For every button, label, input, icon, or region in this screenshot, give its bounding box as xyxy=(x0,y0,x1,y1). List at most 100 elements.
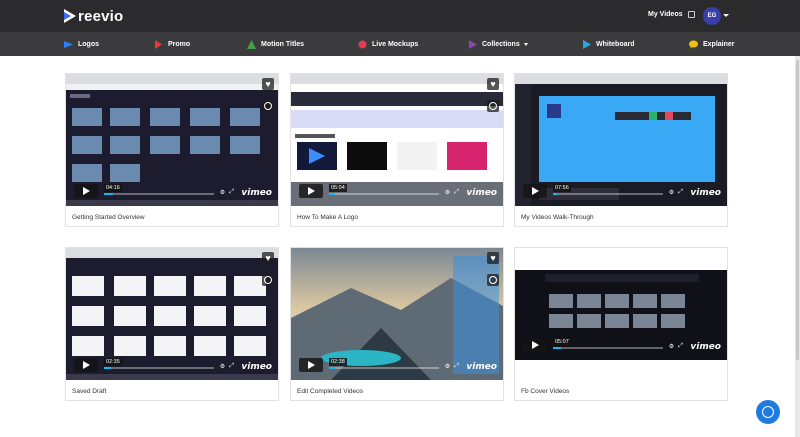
player-controls: ⚙ ⤢ xyxy=(445,189,459,196)
video-title: My Videos Walk-Through xyxy=(521,214,594,221)
vimeo-logo[interactable]: vimeo xyxy=(241,188,272,198)
live-mockups-icon xyxy=(358,40,367,48)
video-title: Fb Cover Videos xyxy=(521,388,570,395)
timecode: 05:04 xyxy=(329,184,347,192)
player-controls: ⚙ ⤢ xyxy=(669,343,683,350)
video-card-getting-started[interactable]: ♥ 04:16 ⚙ ⤢ vimeo Getting Started Overvie… xyxy=(65,73,279,227)
nav-label: Logos xyxy=(78,40,99,48)
play-button[interactable] xyxy=(299,184,323,198)
my-videos-link[interactable]: My Videos xyxy=(648,11,695,18)
clock-icon[interactable] xyxy=(262,100,274,112)
play-button[interactable] xyxy=(74,358,98,372)
fullscreen-icon[interactable]: ⤢ xyxy=(678,189,683,196)
fullscreen-icon[interactable]: ⤢ xyxy=(454,189,459,196)
nav-label: Live Mockups xyxy=(372,40,419,48)
video-card-fb-cover[interactable]: 05:07 ⚙ ⤢ vimeo Fb Cover Videos xyxy=(514,247,728,401)
logo-mark-icon xyxy=(64,9,76,23)
nav-label: Motion Titles xyxy=(261,40,305,48)
vimeo-logo[interactable]: vimeo xyxy=(690,188,721,198)
video-card-saved-draft[interactable]: ♥ 02:35 ⚙ ⤢ vimeo Saved Draft xyxy=(65,247,279,401)
timecode: 07:56 xyxy=(553,184,571,192)
video-card-make-logo[interactable]: ♥ 05:04 ⚙ ⤢ vimeo How To Make A Logo xyxy=(290,73,504,227)
clock-icon[interactable] xyxy=(487,100,499,112)
progress-bar[interactable] xyxy=(553,193,663,195)
settings-icon[interactable]: ⚙ xyxy=(220,189,225,196)
video-title: Edit Completed Videos xyxy=(297,388,364,395)
vimeo-logo[interactable]: vimeo xyxy=(466,188,497,198)
vimeo-logo[interactable]: vimeo xyxy=(241,362,272,372)
logo-icon xyxy=(64,40,73,48)
nav-item-logos[interactable]: Logos xyxy=(64,32,99,56)
video-title: How To Make A Logo xyxy=(297,214,358,221)
progress-bar[interactable] xyxy=(104,193,214,195)
video-title: Getting Started Overview xyxy=(72,214,145,221)
nav-label: Collections xyxy=(482,40,520,48)
video-thumbnail[interactable]: ♥ 05:04 ⚙ ⤢ vimeo xyxy=(291,74,503,206)
video-thumbnail[interactable]: 05:07 ⚙ ⤢ vimeo xyxy=(515,248,727,380)
explainer-icon xyxy=(689,40,698,49)
nav-label: Explainer xyxy=(703,40,735,48)
my-videos-label: My Videos xyxy=(648,11,683,18)
heart-icon[interactable]: ♥ xyxy=(262,78,274,90)
whiteboard-icon xyxy=(583,39,591,49)
fullscreen-icon[interactable]: ⤢ xyxy=(454,363,459,370)
video-thumbnail[interactable]: 07:56 ⚙ ⤢ vimeo xyxy=(515,74,727,206)
nav-label: Promo xyxy=(168,40,191,48)
motion-titles-icon xyxy=(247,39,256,49)
player-controls: ⚙ ⤢ xyxy=(220,363,234,370)
settings-icon[interactable]: ⚙ xyxy=(669,343,674,350)
progress-bar[interactable] xyxy=(104,367,214,369)
progress-bar[interactable] xyxy=(329,193,439,195)
timecode: 05:07 xyxy=(553,338,571,346)
scrollbar-thumb[interactable] xyxy=(796,60,799,360)
settings-icon[interactable]: ⚙ xyxy=(445,189,450,196)
category-nav: Logos Promo Motion Titles Live Mockups C… xyxy=(0,32,800,56)
settings-icon[interactable]: ⚙ xyxy=(445,363,450,370)
vimeo-logo[interactable]: vimeo xyxy=(466,362,497,372)
nav-item-collections[interactable]: Collections xyxy=(468,32,528,56)
play-button[interactable] xyxy=(523,338,547,352)
fullscreen-icon[interactable]: ⤢ xyxy=(678,343,683,350)
nav-item-whiteboard[interactable]: Whiteboard xyxy=(582,32,635,56)
top-bar: reevio My Videos EG xyxy=(0,0,800,32)
chevron-down-icon[interactable] xyxy=(723,14,729,17)
nav-item-live-mockups[interactable]: Live Mockups xyxy=(358,32,418,56)
player-controls: ⚙ ⤢ xyxy=(669,189,683,196)
video-thumbnail[interactable]: ♥ 02:38 ⚙ ⤢ vimeo xyxy=(291,248,503,380)
heart-icon[interactable]: ♥ xyxy=(262,252,274,264)
progress-bar[interactable] xyxy=(329,367,439,369)
play-button[interactable] xyxy=(523,184,547,198)
nav-label: Whiteboard xyxy=(596,40,635,48)
settings-icon[interactable]: ⚙ xyxy=(669,189,674,196)
chevron-down-icon xyxy=(523,42,528,46)
player-controls: ⚙ ⤢ xyxy=(445,363,459,370)
heart-icon[interactable]: ♥ xyxy=(487,78,499,90)
progress-bar[interactable] xyxy=(553,347,663,349)
fullscreen-icon[interactable]: ⤢ xyxy=(229,363,234,370)
reevio-logo[interactable]: reevio xyxy=(64,7,123,25)
video-card-walk-through[interactable]: 07:56 ⚙ ⤢ vimeo My Videos Walk-Through xyxy=(514,73,728,227)
settings-icon[interactable]: ⚙ xyxy=(220,363,225,370)
fullscreen-icon[interactable]: ⤢ xyxy=(229,189,234,196)
nav-item-promo[interactable]: Promo xyxy=(154,32,190,56)
timecode: 04:16 xyxy=(104,184,122,192)
library-icon xyxy=(687,11,695,18)
nav-item-explainer[interactable]: Explainer xyxy=(689,32,735,56)
video-title: Saved Draft xyxy=(72,388,107,395)
play-button[interactable] xyxy=(299,358,323,372)
video-thumbnail[interactable]: ♥ 02:35 ⚙ ⤢ vimeo xyxy=(66,248,278,380)
chat-button[interactable] xyxy=(756,400,780,424)
nav-item-motion-titles[interactable]: Motion Titles xyxy=(247,32,304,56)
timecode: 02:35 xyxy=(104,358,122,366)
vimeo-logo[interactable]: vimeo xyxy=(690,342,721,352)
clock-icon[interactable] xyxy=(262,274,274,286)
clock-icon[interactable] xyxy=(487,274,499,286)
screen-recording-preview xyxy=(515,248,727,380)
timecode: 02:38 xyxy=(329,358,347,366)
video-thumbnail[interactable]: ♥ 04:16 ⚙ ⤢ vimeo xyxy=(66,74,278,206)
play-button[interactable] xyxy=(74,184,98,198)
heart-icon[interactable]: ♥ xyxy=(487,252,499,264)
avatar[interactable]: EG xyxy=(703,7,721,25)
logo-text: reevio xyxy=(78,7,124,25)
video-card-edit-completed[interactable]: ♥ 02:38 ⚙ ⤢ vimeo Edit Completed Videos xyxy=(290,247,504,401)
